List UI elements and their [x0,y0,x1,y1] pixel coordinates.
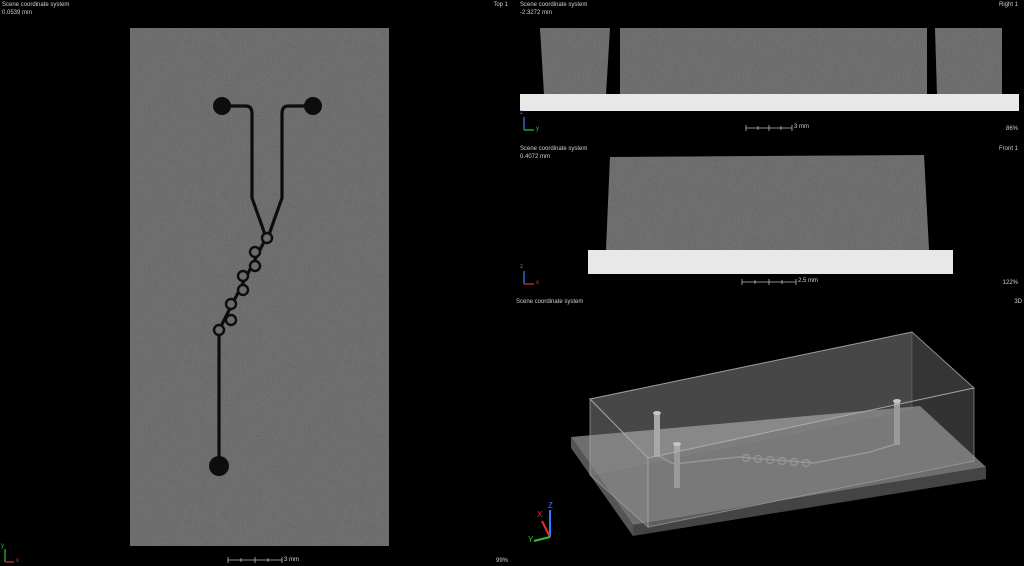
outlet-port [209,456,229,476]
top-axis-triad [4,549,14,563]
3d-axis-y-label: Y [528,535,534,544]
perspective-viewport[interactable]: Scene coordinate system 3D Z X Y [514,296,1024,566]
front-viewport[interactable]: Scene coordinate system 0.4072 mm Front … [514,144,1024,294]
right-view-image [520,28,1019,131]
right-axis-y-label: y [536,126,539,132]
right-viewport[interactable]: Scene coordinate system -2.3272 mm Right… [514,0,1024,142]
right-axis-triad [523,117,534,131]
front-axis-triad [523,271,534,285]
front-view-image [523,155,953,285]
top-sample-block [130,28,389,546]
right-scale-label: 3 mm [794,124,809,130]
inlet-port-right [304,97,322,115]
front-scale-label: 2.5 mm [798,278,819,284]
front-zoom-readout: 122% [1002,280,1018,286]
front-axis-z-label: z [520,264,523,270]
inlet-port-left [213,97,231,115]
right-zoom-readout: 86% [1005,126,1018,132]
front-substrate [588,250,953,274]
top-scale-label: 3 mm [284,557,299,563]
right-scale-bar [745,125,793,131]
front-sample-block [606,155,929,250]
right-substrate [520,94,1019,111]
3d-axis-z-label: Z [548,501,553,510]
front-axis-x-label: x [536,280,539,286]
right-axis-z-label: z [520,110,523,116]
top-axis-x-label: x [16,558,19,564]
3d-axis-x-label: X [537,510,543,519]
top-view-image [4,28,389,563]
top-scale-bar [227,557,283,563]
right-sample-segment-3 [935,28,1002,94]
top-zoom-readout: 99% [495,558,508,564]
top-viewport[interactable]: Scene coordinate system 0.0539 mm Top 1 [0,0,512,566]
right-sample-segment-2 [620,28,927,94]
perspective-view-image [533,331,986,542]
right-sample-segment-1 [540,28,610,94]
top-axis-y-label: y [1,543,4,549]
front-scale-bar [741,279,797,285]
